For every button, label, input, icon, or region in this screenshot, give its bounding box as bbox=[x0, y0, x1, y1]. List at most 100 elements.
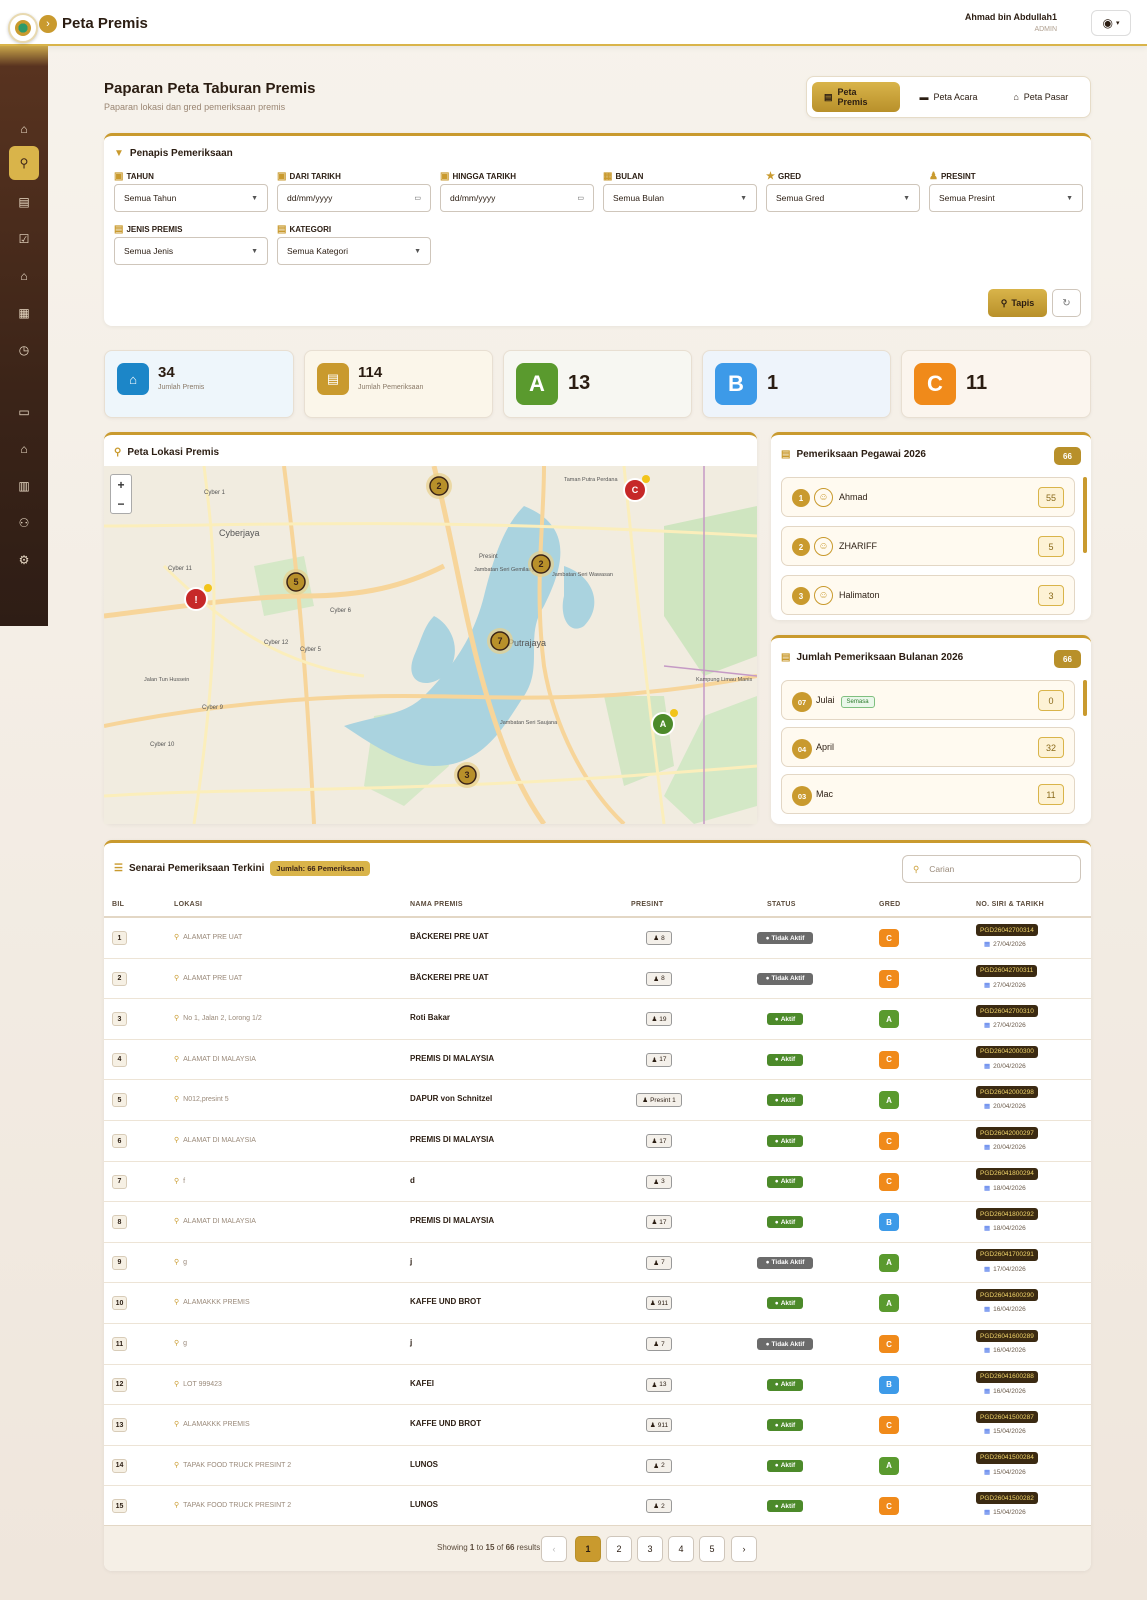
serial-number[interactable]: PGD26041700291 bbox=[976, 1248, 1038, 1261]
page-button-4[interactable]: 4 bbox=[668, 1536, 694, 1562]
stat-gred-c: C 11 bbox=[901, 350, 1091, 418]
gred-select[interactable]: Semua Gred ▼ bbox=[766, 184, 920, 212]
serial-number[interactable]: PGD26041500282 bbox=[976, 1492, 1038, 1505]
table-row[interactable]: 8 ⚲ ALAMAT DI MALAYSIA PREMIS DI MALAYSIA ♟ 1… bbox=[104, 1202, 1091, 1243]
sidebar-toggle-button[interactable]: › bbox=[39, 15, 57, 33]
tab-peta-acara[interactable]: ▬ Peta Acara bbox=[904, 82, 992, 112]
table-row[interactable]: 13 ⚲ ALAMAKKK PREMIS KAFFE UND BROT ♟ 911 ● Akt… bbox=[104, 1405, 1091, 1446]
user-circle-icon: ◉ bbox=[1102, 16, 1113, 30]
clock-icon[interactable]: ◷ bbox=[11, 337, 37, 363]
tab-peta-premis[interactable]: ▤ Peta Premis bbox=[812, 82, 901, 112]
settings-gear-icon[interactable]: ⚙ bbox=[11, 547, 37, 573]
jenis-premis-select[interactable]: Semua Jenis ▼ bbox=[114, 237, 268, 265]
building-icon[interactable]: ▤ bbox=[11, 189, 37, 215]
table-row[interactable]: 12 ⚲ LOT 999423 KAFEI ♟ 13 ● Aktif B PGD260416002… bbox=[104, 1365, 1091, 1406]
serial-number[interactable]: PGD26041600288 bbox=[976, 1370, 1038, 1383]
calendar-icon: ▦ bbox=[984, 1022, 991, 1030]
list-item[interactable]: 07 Julai Semasa 0 bbox=[781, 680, 1075, 720]
table-row[interactable]: 10 ⚲ ALAMAKKK PREMIS KAFFE UND BROT ♟ 911 ● Akt… bbox=[104, 1283, 1091, 1324]
column-header: GRED bbox=[879, 901, 901, 908]
serial-number[interactable]: PGD26041800294 bbox=[976, 1167, 1038, 1180]
page-button-2[interactable]: 2 bbox=[606, 1536, 632, 1562]
page-button-1[interactable]: 1 bbox=[575, 1536, 601, 1562]
map-marker[interactable]: 3 bbox=[454, 762, 480, 788]
serial-number[interactable]: PGD26041500287 bbox=[976, 1411, 1038, 1424]
document-icon[interactable]: ▦ bbox=[11, 300, 37, 326]
serial-number[interactable]: PGD26041800292 bbox=[976, 1208, 1038, 1221]
check-circle-icon: ● bbox=[774, 1056, 779, 1064]
folder-icon[interactable]: ▭ bbox=[11, 399, 37, 425]
page-button-3[interactable]: 3 bbox=[637, 1536, 663, 1562]
home-icon[interactable]: ⌂ bbox=[11, 116, 37, 142]
table-row[interactable]: 7 ⚲ f d ♟ 3 ● Aktif C PGD26041800294 ▦ 18/04/2026 bbox=[104, 1162, 1091, 1203]
map-marker[interactable]: 2 bbox=[426, 473, 452, 499]
tahun-select[interactable]: Semua Tahun ▼ bbox=[114, 184, 268, 212]
table-row[interactable]: 6 ⚲ ALAMAT DI MALAYSIA PREMIS DI MALAYSIA ♟ 1… bbox=[104, 1121, 1091, 1162]
table-row[interactable]: 1 ⚲ ALAMAT PRE UAT BÄCKEREI PRE UAT ♟ 8 ● Tidak… bbox=[104, 918, 1091, 959]
serial-number[interactable]: PGD26042000300 bbox=[976, 1045, 1038, 1058]
list-item[interactable]: 04 April 32 bbox=[781, 727, 1075, 767]
calendar-check-icon[interactable]: ☑ bbox=[11, 226, 37, 252]
chevron-down-icon: ▼ bbox=[1066, 194, 1073, 202]
check-circle-icon: ● bbox=[774, 1421, 779, 1429]
hingga-tarikh-input[interactable]: dd/mm/yyyy ▭ bbox=[440, 184, 594, 212]
bulan-select[interactable]: Semua Bulan ▼ bbox=[603, 184, 757, 212]
list-item[interactable]: 3 ☺ Halimaton 3 bbox=[781, 575, 1075, 615]
search-input[interactable]: ⚲ Carian bbox=[902, 855, 1081, 883]
calendar-icon: ▣ bbox=[277, 171, 287, 182]
list-item[interactable]: 1 ☺ Ahmad 55 bbox=[781, 477, 1075, 517]
serial-number[interactable]: PGD26042700310 bbox=[976, 1005, 1038, 1018]
premise-name: PREMIS DI MALAYSIA bbox=[410, 1053, 495, 1063]
table-title: ☰ Senarai Pemeriksaan Terkini Jumlah: 66 P… bbox=[114, 861, 370, 876]
store-icon[interactable]: ⌂ bbox=[11, 263, 37, 289]
person-icon: ♟ bbox=[653, 935, 660, 942]
tab-peta-pasar[interactable]: ⌂ Peta Pasar bbox=[997, 82, 1085, 112]
serial-number[interactable]: PGD26042700311 bbox=[976, 964, 1038, 977]
serial-number[interactable]: PGD26042000298 bbox=[976, 1086, 1038, 1099]
premise-name: Roti Bakar bbox=[410, 1013, 451, 1023]
table-row[interactable]: 5 ⚲ N012,presint 5 DAPUR von Schnitzel ♟ Pres… bbox=[104, 1080, 1091, 1121]
serial-number[interactable]: PGD26041600290 bbox=[976, 1289, 1038, 1302]
table-row[interactable]: 11 ⚲ g j ♟ 7 ● Tidak Aktif C PGD26041600289 ▦ 16/04… bbox=[104, 1324, 1091, 1365]
table-row[interactable]: 14 ⚲ TAPAK FOOD TRUCK PRESINT 2 LUNOS ♟ 2 ● Akt… bbox=[104, 1446, 1091, 1487]
app-logo[interactable] bbox=[8, 13, 38, 43]
tapis-button[interactable]: ⚲ Tapis bbox=[988, 289, 1047, 317]
serial-number[interactable]: PGD26041500284 bbox=[976, 1451, 1038, 1464]
row-number: 11 bbox=[112, 1337, 127, 1351]
location-text: ⚲ TAPAK FOOD TRUCK PRESINT 2 bbox=[174, 1502, 292, 1510]
map-pin-icon[interactable]: ⚲ bbox=[9, 146, 39, 180]
dari-tarikh-input[interactable]: dd/mm/yyyy ▭ bbox=[277, 184, 431, 212]
scrollbar[interactable] bbox=[1083, 477, 1087, 553]
table-row[interactable]: 4 ⚲ ALAMAT DI MALAYSIA PREMIS DI MALAYSIA ♟ 1… bbox=[104, 1040, 1091, 1081]
zoom-in-button[interactable]: + bbox=[117, 478, 124, 492]
table-row[interactable]: 9 ⚲ g j ♟ 7 ● Tidak Aktif A PGD26041700291 ▦ 17/04/… bbox=[104, 1243, 1091, 1284]
table-row[interactable]: 3 ⚲ No 1, Jalan 2, Lorong 1/2 Roti Bakar ♟ 19… bbox=[104, 999, 1091, 1040]
shop-icon[interactable]: ⌂ bbox=[11, 436, 37, 462]
user-menu-button[interactable]: ◉ ▾ bbox=[1091, 10, 1131, 36]
serial-number[interactable]: PGD26041600289 bbox=[976, 1330, 1038, 1342]
table-row[interactable]: 15 ⚲ TAPAK FOOD TRUCK PRESINT 2 LUNOS ♟ 2 ● Akt… bbox=[104, 1486, 1091, 1527]
map-marker[interactable]: 7 bbox=[487, 628, 513, 654]
page-button-5[interactable]: 5 bbox=[699, 1536, 725, 1562]
inspection-date: ▦ 20/04/2026 bbox=[984, 1144, 1026, 1151]
inspection-date: ▦ 27/04/2026 bbox=[984, 941, 1026, 948]
presint-select[interactable]: Semua Presint ▼ bbox=[929, 184, 1083, 212]
person-icon: ♟ bbox=[649, 1422, 656, 1430]
list-item[interactable]: 03 Mac 11 bbox=[781, 774, 1075, 814]
serial-number[interactable]: PGD26042700314 bbox=[976, 924, 1038, 936]
table-row[interactable]: 2 ⚲ ALAMAT PRE UAT BÄCKEREI PRE UAT ♟ 8 ● Tidak… bbox=[104, 959, 1091, 1000]
zoom-out-button[interactable]: − bbox=[117, 497, 124, 511]
next-page-button[interactable]: › bbox=[731, 1536, 757, 1562]
scrollbar[interactable] bbox=[1083, 680, 1087, 716]
reset-button[interactable]: ↻ bbox=[1052, 289, 1081, 317]
serial-number[interactable]: PGD26042000297 bbox=[976, 1127, 1038, 1139]
premise-name: PREMIS DI MALAYSIA bbox=[410, 1216, 495, 1226]
list-item[interactable]: 2 ☺ ZHARIFF 5 bbox=[781, 526, 1075, 566]
users-icon[interactable]: ⚇ bbox=[11, 510, 37, 536]
map-marker[interactable]: 5 bbox=[283, 569, 309, 595]
map-canvas[interactable]: Cyberjaya Cyber 1 Cyber 11 Cyber 6 Cyber… bbox=[104, 466, 757, 824]
prev-page-button[interactable]: ‹ bbox=[541, 1536, 567, 1562]
kategori-select[interactable]: Semua Kategori ▼ bbox=[277, 237, 431, 265]
bank-icon[interactable]: ▥ bbox=[11, 473, 37, 499]
map-marker[interactable]: 2 bbox=[528, 551, 554, 577]
